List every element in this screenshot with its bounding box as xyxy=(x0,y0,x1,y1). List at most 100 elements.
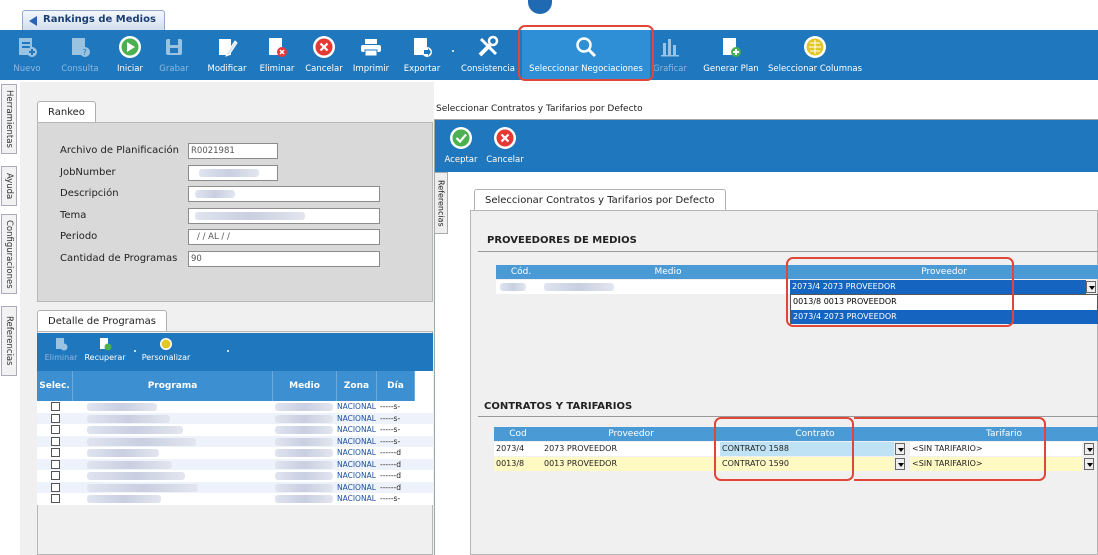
proveedor-dropdown-button[interactable] xyxy=(1086,281,1096,293)
consistencia-button[interactable]: Consistencia xyxy=(460,30,516,80)
print-icon xyxy=(359,35,383,59)
rankeo-tab[interactable]: Rankeo xyxy=(37,101,96,123)
row-dia: -----s- xyxy=(380,494,401,503)
table-row[interactable]: NACIONAL ------d xyxy=(37,458,433,471)
table-row[interactable]: NACIONAL ------d xyxy=(37,481,433,493)
col-programa[interactable]: Programa xyxy=(73,371,273,401)
row-checkbox[interactable] xyxy=(50,413,60,423)
row-checkbox[interactable] xyxy=(50,459,60,469)
tema-field[interactable] xyxy=(188,208,380,224)
detalle-tab-label: Detalle de Programas xyxy=(48,316,156,327)
dialog-inner-panel xyxy=(470,210,1098,555)
cont-row-2-cod: 0013/8 xyxy=(494,457,542,471)
consulta-button[interactable]: ? Consulta xyxy=(58,30,102,80)
proveedor-select[interactable]: 2073/4 2073 PROVEEDOR xyxy=(790,280,1086,294)
dialog-cancelar-button[interactable]: Cancelar xyxy=(483,120,527,172)
row-programa xyxy=(73,424,273,436)
table-row[interactable]: NACIONAL ------d xyxy=(37,470,433,482)
table-row[interactable]: NACIONAL -----s- xyxy=(37,424,433,436)
cancel-icon xyxy=(493,126,517,150)
redacted-value xyxy=(275,483,333,492)
table-row[interactable]: NACIONAL -----s- xyxy=(37,401,433,413)
table-row[interactable]: NACIONAL ------d xyxy=(37,447,433,459)
prov-col-proveedor[interactable]: Proveedor xyxy=(790,265,1098,279)
archivo-field[interactable]: R0021981 xyxy=(188,143,278,159)
seleccionar-columnas-button[interactable]: Seleccionar Columnas xyxy=(768,30,862,80)
programas-table: Selec. Programa Medio Zona Día NACIONAL -… xyxy=(37,371,433,505)
detalle-eliminar-button[interactable]: Eliminar xyxy=(41,333,81,371)
prov-col-medio[interactable]: Medio xyxy=(546,265,790,279)
dialog-inner-tab-label: Seleccionar Contratos y Tarifarios por D… xyxy=(485,195,715,206)
nuevo-button[interactable]: Nuevo xyxy=(10,30,44,80)
row-checkbox[interactable] xyxy=(50,448,60,457)
window-tab[interactable]: Rankings de Medios xyxy=(22,10,165,30)
cancelar-button[interactable]: Cancelar xyxy=(303,30,345,80)
prov-col-cod[interactable]: Cód. xyxy=(496,265,546,279)
row-checkbox[interactable] xyxy=(50,471,60,480)
modificar-button[interactable]: Modificar xyxy=(204,30,250,80)
seleccionar-negociaciones-button[interactable]: Seleccionar Negociaciones xyxy=(522,30,650,80)
table-row[interactable]: NACIONAL -----s- xyxy=(37,412,433,425)
jobnumber-field[interactable] xyxy=(188,165,278,181)
personalizar-button[interactable]: Personalizar xyxy=(139,333,193,371)
iniciar-button[interactable]: Iniciar xyxy=(112,30,148,80)
cont-col-cod[interactable]: Cod xyxy=(494,427,542,441)
side-tab-ayuda[interactable]: Ayuda xyxy=(1,166,17,206)
row-checkbox[interactable] xyxy=(50,482,60,492)
side-tab-referencias[interactable]: Referencias xyxy=(1,306,17,376)
row-programa xyxy=(73,413,273,425)
row-checkbox[interactable] xyxy=(50,425,60,434)
top-decoration xyxy=(528,0,552,14)
recuperar-button[interactable]: Recuperar xyxy=(81,333,129,371)
prov-row[interactable] xyxy=(496,280,790,294)
aceptar-button[interactable]: Aceptar xyxy=(441,120,481,172)
dialog-side-tab-label: Referencias xyxy=(436,179,446,227)
row-checkbox[interactable] xyxy=(50,494,60,503)
programas-header: Selec. Programa Medio Zona Día xyxy=(37,371,433,401)
dialog-inner-tab[interactable]: Seleccionar Contratos y Tarifarios por D… xyxy=(474,189,726,211)
descripcion-field[interactable] xyxy=(188,186,380,202)
contrato-select-2[interactable]: CONTRATO 1590 xyxy=(720,457,894,471)
exportar-button[interactable]: Exportar xyxy=(400,30,444,80)
col-dia[interactable]: Día xyxy=(377,371,415,401)
cont-col-proveedor[interactable]: Proveedor xyxy=(542,427,720,441)
columns-icon xyxy=(803,35,827,59)
table-row[interactable]: NACIONAL -----s- xyxy=(37,435,433,447)
row-checkbox[interactable] xyxy=(50,402,60,411)
scroll-gap xyxy=(415,371,433,401)
cantidad-field[interactable]: 90 xyxy=(188,251,380,267)
contrato-select-1[interactable]: CONTRATO 1588 xyxy=(720,442,894,456)
cont-col-tarifario[interactable]: Tarifario xyxy=(910,427,1098,441)
generar-plan-button[interactable]: Generar Plan xyxy=(700,30,762,80)
col-medio[interactable]: Medio xyxy=(273,371,337,401)
eliminar-button[interactable]: Eliminar xyxy=(257,30,297,80)
dropdown-option-selected[interactable]: 2073/4 2073 PROVEEDOR xyxy=(791,310,1097,324)
row-dia: -----s- xyxy=(380,436,401,446)
row-checkbox-cell xyxy=(37,459,73,471)
table-row[interactable]: NACIONAL -----s- xyxy=(37,493,433,505)
seleccionar-negociaciones-label: Seleccionar Negociaciones xyxy=(529,64,643,74)
graficar-button[interactable]: Graficar xyxy=(652,30,688,80)
tarifario-select-2[interactable]: <SIN TARIFARIO> xyxy=(910,457,1082,471)
dialog-side-tab-referencias[interactable]: Referencias xyxy=(434,172,448,234)
contrato-dropdown-button[interactable] xyxy=(895,458,905,470)
tarifario-select-1[interactable]: <SIN TARIFARIO> xyxy=(910,442,1082,456)
tarifario-dropdown-button[interactable] xyxy=(1084,443,1094,455)
side-tab-configuraciones[interactable]: Configuraciones xyxy=(1,214,17,294)
col-selec[interactable]: Selec. xyxy=(37,371,73,401)
grabar-button[interactable]: Grabar xyxy=(158,30,190,80)
dropdown-option[interactable]: 0013/8 0013 PROVEEDOR xyxy=(791,295,1097,309)
graficar-label: Graficar xyxy=(652,64,688,74)
row-checkbox[interactable] xyxy=(50,436,60,446)
redacted-value xyxy=(199,169,259,177)
contrato-dropdown-button[interactable] xyxy=(895,443,905,455)
periodo-field[interactable]: / / AL / / xyxy=(188,229,380,245)
side-tab-herramientas[interactable]: Herramientas xyxy=(1,84,17,154)
detalle-tab[interactable]: Detalle de Programas xyxy=(37,310,167,332)
imprimir-button[interactable]: Imprimir xyxy=(351,30,391,80)
new-doc-icon xyxy=(15,35,39,59)
cont-col-contrato[interactable]: Contrato xyxy=(720,427,910,441)
tarifario-dropdown-button[interactable] xyxy=(1084,458,1094,470)
col-zona[interactable]: Zona xyxy=(337,371,377,401)
main-toolbar: Nuevo ? Consulta Iniciar Grabar Modifica… xyxy=(0,30,1098,80)
